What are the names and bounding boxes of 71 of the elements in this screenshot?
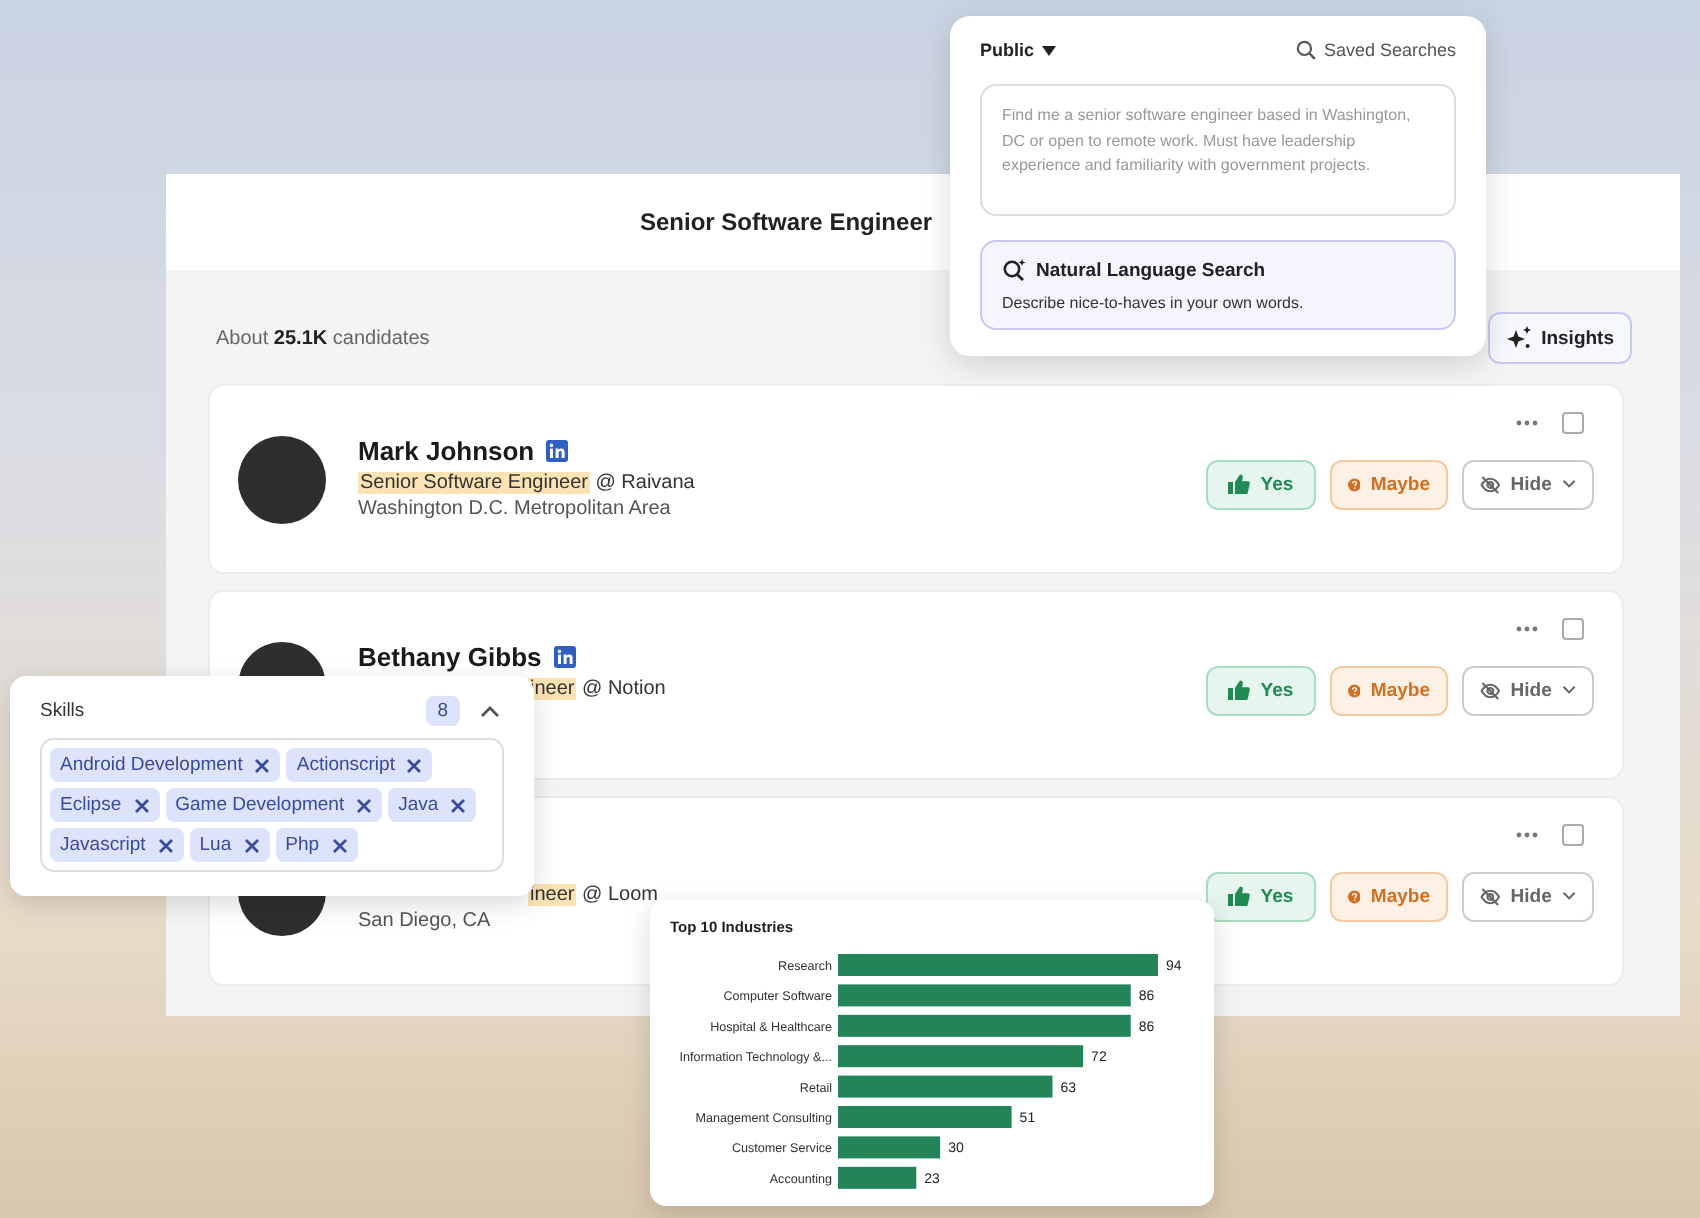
chevron-up-icon — [480, 705, 500, 717]
job-title: Senior Software Engineer @ Raivana — [358, 472, 695, 494]
chevron-down-icon — [1561, 890, 1576, 902]
eye-slash-icon — [1480, 473, 1501, 495]
skills-tag-field[interactable]: Android Development Actionscript Eclipse Game Development Java Javascript Lua Php — [40, 738, 504, 872]
select-checkbox[interactable] — [1562, 412, 1584, 434]
candidate-location: Washington D.C. Metropolitan Area — [358, 498, 671, 524]
more-options-icon[interactable] — [1516, 420, 1538, 426]
close-icon — [157, 837, 174, 853]
skills-label: Skills — [40, 700, 85, 722]
hide-button[interactable]: Hide — [1462, 871, 1594, 921]
yes-button[interactable]: Yes — [1206, 871, 1316, 921]
caret-icon — [1042, 45, 1057, 55]
question-mark-icon — [1348, 679, 1361, 701]
remove-tag-button[interactable] — [157, 837, 174, 853]
yes-button[interactable]: Yes — [1206, 459, 1316, 509]
thumbs-up-icon — [1228, 886, 1251, 906]
skills-count: 8 — [425, 696, 460, 726]
insights-button[interactable]: Insights — [1487, 312, 1632, 364]
sparkle-search-icon — [1002, 258, 1026, 282]
eye-slash-icon — [1480, 885, 1501, 907]
thumbs-up-icon — [1228, 680, 1251, 700]
remove-tag-button[interactable] — [450, 797, 467, 813]
industry-bar — [838, 1136, 941, 1159]
more-options-icon[interactable] — [1516, 626, 1538, 632]
maybe-button[interactable]: Maybe — [1330, 665, 1448, 715]
close-icon — [406, 757, 423, 773]
close-icon — [450, 797, 467, 813]
avatar-photo-placeholder — [238, 435, 326, 523]
remove-tag-button[interactable] — [254, 757, 271, 773]
thumbs-up-icon — [1228, 474, 1251, 494]
close-icon — [356, 797, 373, 813]
eye-slash-icon — [1480, 679, 1501, 701]
select-checkbox[interactable] — [1562, 618, 1584, 640]
close-icon — [254, 757, 271, 773]
option-title: Natural Language Search — [1036, 259, 1266, 281]
remove-tag-button[interactable] — [331, 837, 348, 853]
remove-tag-button[interactable] — [133, 797, 150, 813]
candidate-location: San Diego, CA — [358, 910, 491, 936]
close-icon — [133, 797, 150, 813]
natural-language-search-option[interactable]: Natural Language Search Describe nice-to-haves in your own words. — [980, 240, 1456, 330]
collapse-toggle[interactable] — [476, 701, 504, 721]
more-options-icon[interactable] — [1516, 832, 1538, 838]
candidate-count: About 25.1K candidates — [216, 327, 430, 349]
candidate-name[interactable]: Mark Johnson — [358, 436, 535, 466]
question-mark-icon — [1348, 885, 1361, 907]
option-description: Describe nice-to-haves in your own words. — [1002, 294, 1306, 312]
search-query-field[interactable]: Find me a senior software engineer based in Washington, DC or open to remote work. Must have leadership experience and familiarity with government projects. — [980, 84, 1456, 216]
sparkle-icon — [1505, 326, 1532, 350]
close-icon — [243, 837, 260, 853]
linkedin-icon[interactable] — [546, 440, 569, 462]
maybe-button[interactable]: Maybe — [1330, 871, 1448, 921]
select-checkbox[interactable] — [1562, 824, 1584, 846]
maybe-button[interactable]: Maybe — [1330, 459, 1448, 509]
saved-searches-link[interactable]: Saved Searches — [1295, 40, 1456, 60]
linkedin-icon[interactable] — [553, 646, 576, 668]
visibility-dropdown[interactable]: Public — [980, 40, 1057, 60]
hide-button[interactable]: Hide — [1462, 459, 1594, 509]
yes-button[interactable]: Yes — [1206, 665, 1316, 715]
candidate-name[interactable]: Bethany Gibbs — [358, 642, 542, 672]
hide-button[interactable]: Hide — [1462, 665, 1594, 715]
question-mark-icon — [1348, 473, 1361, 495]
chevron-down-icon — [1561, 684, 1576, 696]
chevron-down-icon — [1561, 478, 1576, 490]
remove-tag-button[interactable] — [356, 797, 373, 813]
industry-bar — [838, 1166, 917, 1189]
close-icon — [331, 837, 348, 853]
search-title: Senior Software Engineer — [640, 208, 933, 236]
remove-tag-button[interactable] — [243, 837, 260, 853]
search-icon — [1295, 40, 1316, 60]
remove-tag-button[interactable] — [406, 757, 423, 773]
